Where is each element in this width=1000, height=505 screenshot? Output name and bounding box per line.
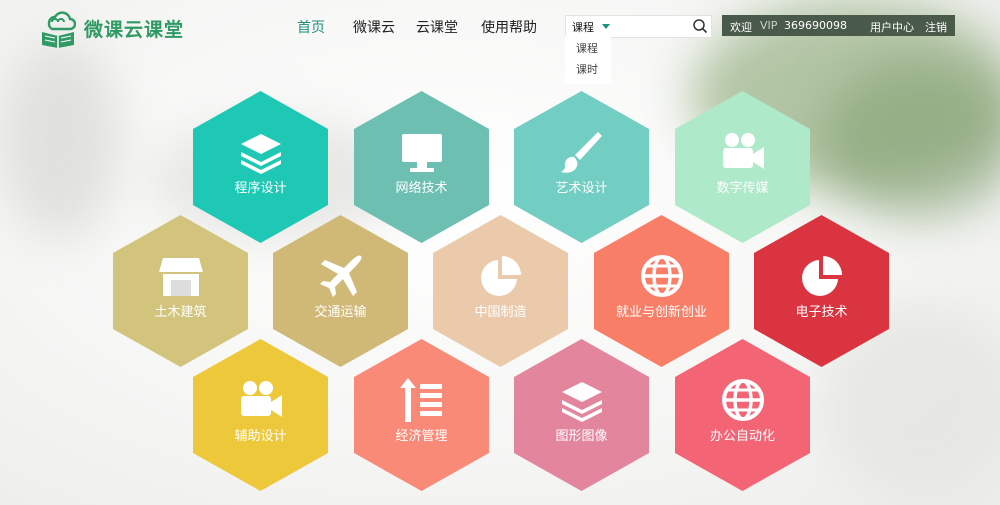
- category-label: 中国制造: [474, 305, 527, 320]
- globe-icon: [722, 379, 764, 421]
- logo-text: 微课云课堂: [84, 19, 185, 41]
- category-label: 网络技术: [395, 181, 448, 196]
- category-label: 交通运输: [314, 305, 367, 320]
- search-type-select[interactable]: 课程: [572, 19, 594, 35]
- cloud-book-icon: [42, 11, 76, 48]
- user-bar: 欢迎 VIP 369690098 用户中心 注销: [722, 15, 955, 36]
- paintbrush-icon: [561, 132, 602, 173]
- airplane-icon: [320, 255, 362, 297]
- user-id: 369690098: [784, 19, 847, 32]
- nav-help[interactable]: 使用帮助: [481, 17, 537, 37]
- category-tile[interactable]: 土木建筑: [113, 215, 248, 367]
- nav-cloud-classroom[interactable]: 云课堂: [416, 17, 458, 37]
- site-logo[interactable]: 微课云课堂: [40, 8, 200, 48]
- background-blur-left: [0, 40, 120, 240]
- dropdown-option-lesson[interactable]: 课时: [565, 59, 611, 80]
- nav-microcourse-cloud[interactable]: 微课云: [353, 17, 395, 37]
- category-tile[interactable]: 办公自动化: [675, 339, 810, 491]
- layers-icon: [562, 382, 602, 422]
- video-camera-icon: [723, 133, 764, 169]
- category-label: 艺术设计: [555, 181, 608, 196]
- search-box: 课程: [565, 15, 712, 38]
- monitor-icon: [402, 134, 442, 172]
- category-tile[interactable]: 经济管理: [354, 339, 489, 491]
- category-label: 辅助设计: [234, 429, 287, 444]
- category-label: 经济管理: [395, 429, 448, 444]
- category-tile[interactable]: 就业与创新创业: [594, 215, 729, 367]
- search-icon[interactable]: [692, 18, 708, 34]
- search-input[interactable]: [616, 17, 690, 36]
- search-type-dropdown: 课程 课时: [565, 36, 611, 84]
- category-label: 办公自动化: [709, 429, 775, 444]
- pie-chart-icon: [481, 256, 521, 296]
- vip-badge: VIP: [760, 19, 778, 32]
- background-foliage-dark: [820, 60, 1000, 220]
- welcome-text: 欢迎: [730, 21, 752, 34]
- category-tile[interactable]: 艺术设计: [514, 91, 649, 243]
- category-label: 就业与创新创业: [615, 305, 707, 320]
- logout-link[interactable]: 注销: [925, 19, 947, 35]
- pie-chart-icon: [802, 256, 842, 296]
- category-label: 数字传媒: [716, 181, 769, 196]
- user-center-link[interactable]: 用户中心: [870, 19, 914, 35]
- category-label: 电子技术: [795, 305, 848, 320]
- category-label: 程序设计: [234, 181, 287, 196]
- globe-icon: [641, 255, 683, 297]
- storefront-icon: [159, 258, 203, 296]
- chevron-down-icon[interactable]: [602, 24, 610, 29]
- category-tile[interactable]: 中国制造: [433, 215, 568, 367]
- dropdown-option-course[interactable]: 课程: [565, 38, 611, 59]
- category-tile[interactable]: 图形图像: [514, 339, 649, 491]
- category-tile[interactable]: 辅助设计: [193, 339, 328, 491]
- layers-icon: [241, 134, 281, 174]
- nav-home[interactable]: 首页: [297, 17, 325, 37]
- category-label: 土木建筑: [154, 305, 207, 320]
- sort-list-icon: [400, 378, 442, 422]
- category-label: 图形图像: [555, 429, 608, 444]
- video-camera-icon: [241, 381, 282, 417]
